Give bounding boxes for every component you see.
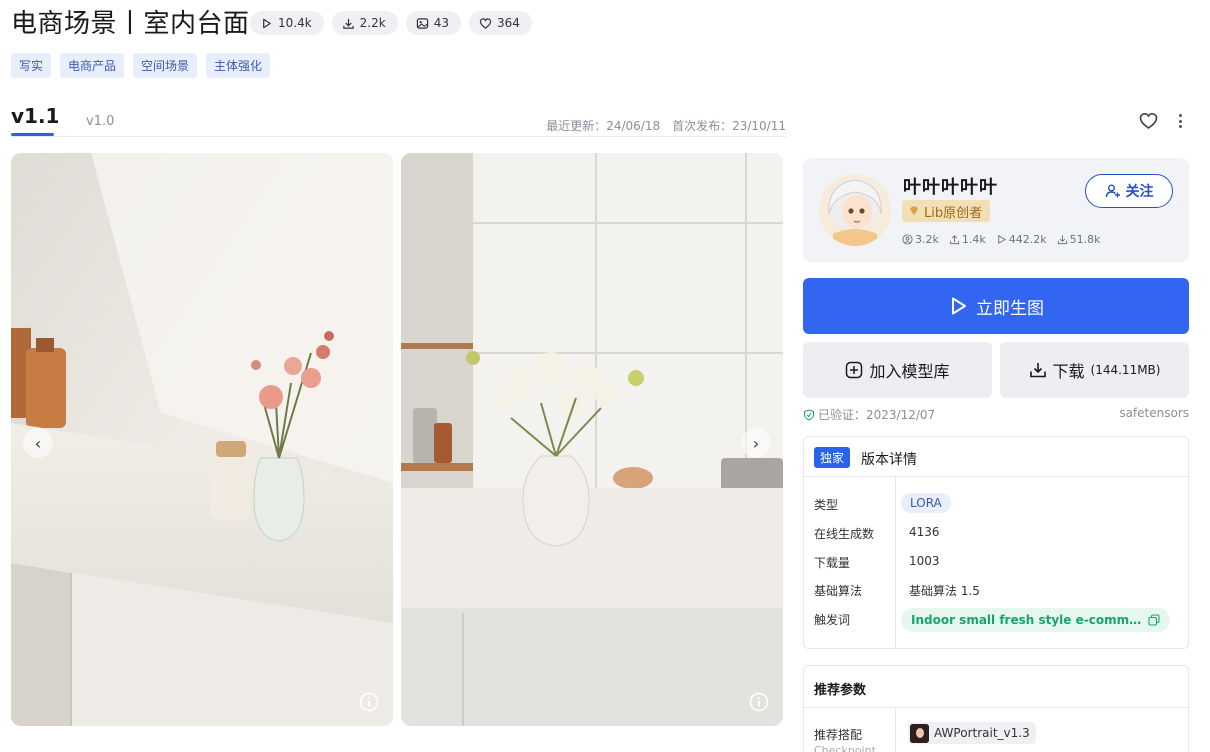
kitchen-counter-scene-image [11, 153, 393, 726]
detail-row-type: 类型 LORA [804, 490, 1188, 518]
tag-item[interactable]: 主体强化 [206, 53, 271, 78]
version-tabs: v1.1 v1.0 最近更新：24/06/18 首次发布：23/10/11 [11, 104, 786, 137]
image-count-chip: 43 [405, 11, 461, 35]
file-format: safetensors [1119, 406, 1189, 420]
like-count: 364 [497, 16, 520, 30]
preview-image-1[interactable]: ‹ [11, 153, 393, 726]
download-label: 下载 [1052, 362, 1085, 381]
plus-square-icon [846, 361, 863, 379]
anime-avatar-image [819, 174, 891, 246]
download-icon [1029, 363, 1046, 378]
detail-row-trigger: 触发词 Indoor small fresh style e-commerce … [804, 607, 1188, 635]
creator-name[interactable]: 叶叶叶叶叶 [903, 173, 998, 199]
creator-stats: 3.2k 1.4k 442.2k 51.8k [902, 233, 1101, 246]
add-to-library-button[interactable]: 加入模型库 [803, 342, 992, 398]
tag-item[interactable]: 空间场景 [133, 53, 198, 78]
creator-card: 叶叶叶叶叶 Lib原创者 3.2k 1.4k 442.2k 51.8k 关注 [803, 158, 1189, 262]
creator-followers: 3.2k [902, 233, 939, 246]
download-icon [342, 18, 354, 29]
diamond-icon [910, 206, 918, 216]
avatar[interactable] [819, 174, 891, 246]
verified-date: 已验证：2023/12/07 [818, 408, 936, 422]
detail-label: 下载量 [814, 556, 851, 570]
creator-runs: 442.2k [996, 233, 1047, 246]
trigger-word: Indoor small fresh style e-commerce back… [911, 613, 1143, 627]
prev-image-arrow[interactable]: ‹ [23, 428, 53, 458]
tab-version-active[interactable]: v1.1 [11, 104, 59, 128]
recommend-sublabel: Checkpoint [814, 744, 876, 752]
user-icon [902, 234, 913, 245]
page-title: 电商场景丨室内台面 [11, 9, 250, 39]
info-icon[interactable] [749, 692, 769, 712]
recommended-params-header: 推荐参数 [804, 666, 1188, 708]
download-count: 2.2k [359, 16, 386, 30]
version-details-title: 版本详情 [861, 452, 917, 468]
version-details-header: 独家 版本详情 [804, 437, 1188, 477]
download-icon [1057, 235, 1067, 245]
checkpoint-name: AWPortrait_v1.3 [934, 726, 1030, 740]
creator-models: 51.8k [1057, 233, 1101, 246]
model-stats: 10.4k 2.2k 43 364 [250, 11, 532, 35]
play-icon [952, 297, 966, 315]
detail-value: 4136 [909, 525, 940, 539]
recommended-params: 推荐参数 推荐搭配 Checkpoint AWPortrait_v1.3 [803, 665, 1189, 752]
download-size: (144.11MB) [1090, 363, 1161, 377]
detail-label: 在线生成数 [814, 527, 875, 541]
version-dates: 最近更新：24/06/18 首次发布：23/10/11 [546, 117, 786, 134]
creator-badge-label: Lib原创者 [924, 205, 983, 221]
creator-badge: Lib原创者 [902, 200, 991, 222]
detail-row-base-model: 基础算法 基础算法 1.5 [804, 576, 1188, 604]
run-count: 10.4k [278, 16, 312, 30]
info-icon[interactable] [359, 692, 379, 712]
image-count: 43 [433, 16, 449, 30]
detail-label: 类型 [814, 498, 839, 512]
detail-row-downloads: 下载量 1003 [804, 548, 1188, 576]
creator-downloads: 1.4k [949, 233, 986, 246]
trigger-word-pill[interactable]: Indoor small fresh style e-commerce back… [901, 608, 1170, 632]
verified-shield-icon [804, 408, 814, 421]
recommended-params-title: 推荐参数 [814, 683, 867, 698]
detail-label: 基础算法 [814, 584, 863, 598]
favorite-heart-icon[interactable] [1139, 112, 1158, 130]
add-user-icon [1105, 184, 1120, 198]
exclusive-badge: 独家 [814, 447, 851, 468]
detail-row-generations: 在线生成数 4136 [804, 519, 1188, 547]
checkpoint-thumbnail [910, 723, 929, 743]
recommend-label: 推荐搭配 [814, 728, 863, 742]
next-image-arrow[interactable]: › [741, 428, 771, 458]
copy-icon[interactable] [1148, 614, 1160, 626]
active-tab-indicator [11, 133, 54, 136]
play-icon [998, 235, 1006, 244]
white-tile-kitchen-scene-image [401, 153, 783, 726]
image-icon [416, 17, 428, 29]
tag-item[interactable]: 电商产品 [60, 53, 125, 78]
tag-list: 写实 电商产品 空间场景 主体强化 [11, 53, 271, 78]
heart-icon [479, 17, 492, 29]
first-published: 首次发布：23/10/11 [672, 119, 786, 133]
add-to-library-label: 加入模型库 [869, 362, 950, 381]
detail-value: 基础算法 1.5 [909, 584, 980, 598]
more-options-icon[interactable] [1175, 112, 1185, 130]
run-count-chip: 10.4k [250, 11, 324, 35]
recommended-checkpoint[interactable]: AWPortrait_v1.3 [908, 722, 1036, 744]
like-count-chip: 364 [469, 11, 532, 35]
last-updated: 最近更新：24/06/18 [546, 119, 661, 133]
download-count-chip: 2.2k [331, 11, 398, 35]
follow-button[interactable]: 关注 [1085, 174, 1173, 208]
type-badge: LORA [901, 493, 951, 513]
version-details: 独家 版本详情 类型 LORA 在线生成数 4136 下载量 1003 基础算法… [803, 436, 1189, 649]
tab-version-other[interactable]: v1.0 [86, 114, 114, 129]
generate-label: 立即生图 [976, 298, 1044, 319]
tag-item[interactable]: 写实 [11, 53, 52, 78]
download-button[interactable]: 下载 (144.11MB) [1000, 342, 1189, 398]
generate-button[interactable]: 立即生图 [803, 278, 1189, 334]
follow-label: 关注 [1125, 184, 1154, 200]
preview-image-2[interactable]: › [401, 153, 783, 726]
play-icon [263, 18, 271, 28]
upload-icon [949, 235, 959, 245]
divider [895, 708, 896, 752]
detail-label: 触发词 [814, 613, 851, 627]
detail-value: 1003 [909, 554, 940, 568]
